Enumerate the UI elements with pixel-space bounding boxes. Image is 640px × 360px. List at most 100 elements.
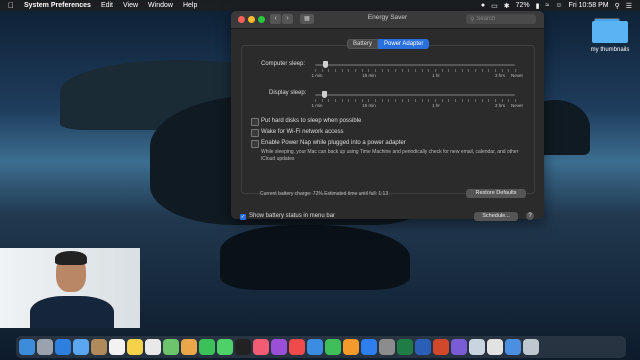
search-field[interactable]: ⚲ xyxy=(466,14,536,24)
power-nap-description: While sleeping, your Mac can back up usi… xyxy=(261,149,519,162)
search-icon: ⚲ xyxy=(470,16,475,23)
slider-tick xyxy=(368,99,370,102)
preview-icon[interactable] xyxy=(469,339,485,355)
launchpad-icon[interactable] xyxy=(37,339,53,355)
power-nap-label[interactable]: Enable Power Nap while plugged into a po… xyxy=(261,140,406,146)
folder-label[interactable]: my thumbnails xyxy=(582,47,638,53)
wake-wifi-checkbox[interactable] xyxy=(251,129,259,137)
slider-tick xyxy=(361,69,363,72)
slider-tick xyxy=(415,99,416,102)
calendar-icon[interactable] xyxy=(109,339,125,355)
downloads-icon[interactable] xyxy=(505,339,521,355)
slider-tick xyxy=(481,69,483,72)
schedule-button[interactable]: Schedule... xyxy=(474,212,518,221)
slider-tick xyxy=(315,69,316,72)
notification-center-icon[interactable]: ☰ xyxy=(626,2,632,10)
computer-sleep-tick-1hr: 1 hr xyxy=(432,73,440,78)
appstore-icon[interactable] xyxy=(361,339,377,355)
podcasts-icon[interactable] xyxy=(271,339,287,355)
slider-tick xyxy=(321,69,323,72)
contacts-icon[interactable] xyxy=(91,339,107,355)
numbers-icon[interactable] xyxy=(325,339,341,355)
photos-icon[interactable] xyxy=(181,339,197,355)
slider-tick xyxy=(468,69,470,72)
trash-icon[interactable] xyxy=(523,339,539,355)
hard-disk-sleep-checkbox[interactable] xyxy=(251,118,259,126)
keynote-icon[interactable] xyxy=(307,339,323,355)
pages-icon[interactable] xyxy=(343,339,359,355)
display-sleep-ticks xyxy=(315,99,516,102)
slider-tick xyxy=(335,69,336,72)
appletv-icon[interactable] xyxy=(235,339,251,355)
battery-icon[interactable]: ▮ xyxy=(536,2,540,10)
window-titlebar[interactable]: ‹ › ▦ Energy Saver ⚲ xyxy=(231,11,544,29)
word-icon[interactable] xyxy=(415,339,431,355)
slider-tick xyxy=(388,69,390,72)
music-icon[interactable] xyxy=(253,339,269,355)
slider-tick xyxy=(488,99,490,102)
bluetooth-icon[interactable]: ✱ xyxy=(504,2,510,10)
tab-battery[interactable]: Battery xyxy=(347,39,379,49)
airplay-icon[interactable]: ▭ xyxy=(491,2,498,10)
slider-tick xyxy=(341,69,343,72)
computer-sleep-tick-3hrs: 3 hrs xyxy=(494,73,506,78)
mail-icon[interactable] xyxy=(73,339,89,355)
menu-edit[interactable]: Edit xyxy=(101,2,113,9)
chrome-icon[interactable] xyxy=(487,339,503,355)
slider-tick xyxy=(435,69,436,72)
menu-help[interactable]: Help xyxy=(183,2,197,9)
maps-icon[interactable] xyxy=(163,339,179,355)
safari-icon[interactable] xyxy=(55,339,71,355)
slider-tick xyxy=(448,99,450,102)
power-nap-checkbox[interactable] xyxy=(251,140,259,148)
finder-icon[interactable] xyxy=(19,339,35,355)
computer-sleep-slider[interactable] xyxy=(315,64,515,66)
show-battery-checkbox[interactable]: ✓ xyxy=(240,214,246,220)
show-battery-label[interactable]: Show battery status in menu bar xyxy=(249,213,335,219)
tab-power-adapter[interactable]: Power Adapter xyxy=(378,39,430,49)
facetime-icon[interactable] xyxy=(199,339,215,355)
slider-tick xyxy=(381,69,383,72)
restore-defaults-button[interactable]: Restore Defaults xyxy=(466,189,526,198)
reminders-icon[interactable] xyxy=(145,339,161,355)
folder-icon[interactable] xyxy=(592,18,628,44)
slider-tick xyxy=(361,99,363,102)
slider-tick xyxy=(388,99,390,102)
record-icon[interactable]: ● xyxy=(481,2,485,9)
slider-tick xyxy=(461,99,463,102)
messages-icon[interactable] xyxy=(217,339,233,355)
battery-percent[interactable]: 72% xyxy=(516,2,530,9)
search-input[interactable] xyxy=(476,16,532,22)
user-icon[interactable]: ☺ xyxy=(555,2,562,9)
menubar-clock[interactable]: Fri 10:58 PM xyxy=(569,2,609,9)
display-sleep-slider[interactable] xyxy=(315,94,515,96)
imovie-icon[interactable] xyxy=(451,339,467,355)
slider-tick xyxy=(428,69,430,72)
news-icon[interactable] xyxy=(289,339,305,355)
slider-tick xyxy=(415,69,416,72)
help-button[interactable]: ? xyxy=(526,212,534,220)
display-sleep-knob[interactable] xyxy=(322,91,327,98)
slider-tick xyxy=(321,99,323,102)
sysprefs-icon[interactable] xyxy=(379,339,395,355)
spotlight-icon[interactable]: ⚲ xyxy=(615,2,620,10)
slider-tick xyxy=(401,99,403,102)
apple-icon[interactable]:  xyxy=(8,1,14,10)
slider-tick xyxy=(441,99,443,102)
menu-bar:  System Preferences Edit View Window He… xyxy=(0,0,640,11)
wake-wifi-label[interactable]: Wake for Wi-Fi network access xyxy=(261,129,343,135)
excel-icon[interactable] xyxy=(397,339,413,355)
slider-tick xyxy=(495,99,496,102)
menu-view[interactable]: View xyxy=(123,2,138,9)
powerpoint-icon[interactable] xyxy=(433,339,449,355)
slider-tick xyxy=(355,69,356,72)
slider-tick xyxy=(348,99,350,102)
slider-tick xyxy=(375,99,376,102)
hard-disk-sleep-label[interactable]: Put hard disks to sleep when possible xyxy=(261,118,361,124)
computer-sleep-knob[interactable] xyxy=(323,61,328,68)
menu-app-name[interactable]: System Preferences xyxy=(24,2,91,9)
menu-window[interactable]: Window xyxy=(148,2,173,9)
notes-icon[interactable] xyxy=(127,339,143,355)
wifi-icon[interactable]: ≈ xyxy=(546,2,550,9)
tab-bar: Battery Power Adapter xyxy=(347,39,430,49)
